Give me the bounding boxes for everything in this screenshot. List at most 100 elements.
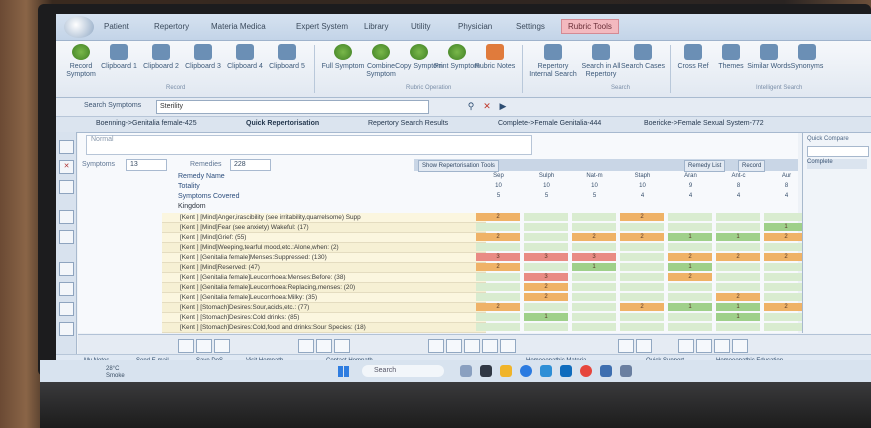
- remedy-list-button[interactable]: Remedy List: [684, 160, 726, 172]
- rubric-row[interactable]: [Kent ] [Mind]Weeping,tearful mood,etc.:…: [162, 243, 486, 253]
- tab-settings[interactable]: Settings: [516, 22, 545, 31]
- grade-cell[interactable]: 3: [524, 253, 568, 261]
- grade-cell[interactable]: 1: [716, 303, 760, 311]
- tool-icon[interactable]: [59, 282, 74, 296]
- taskbar-search[interactable]: Search: [362, 365, 444, 377]
- grade-cell[interactable]: [620, 263, 664, 271]
- windows-start-icon[interactable]: [338, 366, 349, 377]
- grade-cell[interactable]: 2: [716, 253, 760, 261]
- chrome-browser-icon[interactable]: [580, 365, 592, 377]
- grade-cell[interactable]: [620, 283, 664, 291]
- tool-icon[interactable]: [714, 339, 730, 353]
- grade-cell[interactable]: 1: [668, 263, 712, 271]
- grade-cell[interactable]: 1: [524, 313, 568, 321]
- record-button[interactable]: Record: [738, 160, 766, 172]
- grade-cell[interactable]: [476, 273, 520, 281]
- grade-cell[interactable]: [524, 323, 568, 331]
- tool-icon[interactable]: [428, 339, 444, 353]
- folder-icon[interactable]: [500, 365, 512, 377]
- grade-cell[interactable]: 2: [716, 293, 760, 301]
- remedy-name[interactable]: Sep: [476, 173, 521, 179]
- grade-cell[interactable]: [668, 223, 712, 231]
- tool-icon[interactable]: [59, 302, 74, 316]
- grade-cell[interactable]: 2: [524, 283, 568, 291]
- taskbar-app-icon[interactable]: [480, 365, 492, 377]
- rubric-row[interactable]: [Kent ] [Genitalia female]Menses:Suppres…: [162, 253, 486, 263]
- remedy-name[interactable]: Nat-m: [572, 173, 617, 179]
- repertory-internal-search-button[interactable]: Repertory Internal Search: [528, 44, 578, 79]
- grade-cell[interactable]: [476, 323, 520, 331]
- grade-cell[interactable]: [524, 263, 568, 271]
- grade-cell[interactable]: [668, 293, 712, 301]
- search-input[interactable]: Sterility: [156, 100, 429, 114]
- tab-complete-female-genitalia[interactable]: Complete->Female Genitalia-444: [498, 120, 601, 127]
- grade-cell[interactable]: 1: [668, 233, 712, 241]
- grade-cell[interactable]: 2: [620, 233, 664, 241]
- tool-icon[interactable]: [59, 180, 74, 194]
- tab-rubric-tools[interactable]: Rubric Tools: [561, 19, 619, 34]
- rubric-row[interactable]: [Kent ] [Genitalia female]Leucorrhoea:Mi…: [162, 293, 486, 303]
- clipboard-5-button[interactable]: Clipboard 5: [262, 44, 312, 71]
- tool-icon[interactable]: [59, 140, 74, 154]
- rubric-row[interactable]: [Kent ] [Stomach]Desires:Cold drinks: (8…: [162, 313, 486, 323]
- grade-cell[interactable]: [716, 323, 760, 331]
- grade-cell[interactable]: [572, 213, 616, 221]
- grade-cell[interactable]: 3: [476, 253, 520, 261]
- rubric-row[interactable]: [Kent ] [Mind]Grief: (55): [162, 233, 486, 243]
- grade-cell[interactable]: [572, 323, 616, 331]
- tab-quick-repertorisation[interactable]: Quick Repertorisation: [246, 120, 319, 127]
- taskbar-app-icon[interactable]: [540, 365, 552, 377]
- grade-cell[interactable]: [716, 283, 760, 291]
- tool-icon[interactable]: [196, 339, 212, 353]
- show-repertorisation-tools-button[interactable]: Show Repertorisation Tools: [418, 160, 499, 172]
- grade-cell[interactable]: [620, 243, 664, 251]
- tab-expert-system[interactable]: Expert System: [296, 22, 348, 31]
- tool-icon[interactable]: [59, 322, 74, 336]
- remedy-name[interactable]: Sulph: [524, 173, 569, 179]
- search-icon[interactable]: ⚲: [464, 100, 478, 112]
- grade-cell[interactable]: [476, 223, 520, 231]
- tool-icon[interactable]: [500, 339, 516, 353]
- tab-boericke-female-sexual[interactable]: Boericke->Female Sexual System-772: [644, 120, 764, 127]
- grade-cell[interactable]: [572, 273, 616, 281]
- grade-cell[interactable]: 1: [572, 263, 616, 271]
- remedy-name[interactable]: Staph: [620, 173, 665, 179]
- grade-cell[interactable]: [620, 293, 664, 301]
- grade-cell[interactable]: [476, 313, 520, 321]
- grade-cell[interactable]: 2: [620, 303, 664, 311]
- rubric-notes-button[interactable]: Rubric Notes: [470, 44, 520, 71]
- tool-icon[interactable]: [464, 339, 480, 353]
- rubric-row[interactable]: [Kent ] [Genitalia female]Leucorrhoea:Me…: [162, 273, 486, 283]
- tool-icon[interactable]: [482, 339, 498, 353]
- grade-cell[interactable]: [524, 223, 568, 231]
- grade-cell[interactable]: [716, 213, 760, 221]
- grade-cell[interactable]: [620, 323, 664, 331]
- grade-cell[interactable]: [668, 213, 712, 221]
- edge-browser-icon[interactable]: [520, 365, 532, 377]
- app-logo-icon[interactable]: [64, 16, 94, 38]
- grade-cell[interactable]: [716, 273, 760, 281]
- grade-cell[interactable]: [716, 243, 760, 251]
- tab-physician[interactable]: Physician: [458, 22, 492, 31]
- next-result-icon[interactable]: ▶: [496, 100, 510, 112]
- grade-cell[interactable]: [620, 253, 664, 261]
- rubric-row[interactable]: [Kent ] [Stomach]Desires:Sour,acids,etc.…: [162, 303, 486, 313]
- grade-cell[interactable]: 2: [668, 273, 712, 281]
- grade-cell[interactable]: 3: [572, 253, 616, 261]
- tool-icon[interactable]: [696, 339, 712, 353]
- rubric-row[interactable]: [Kent ] [Mind]Reserved: (47): [162, 263, 486, 273]
- remedy-name[interactable]: Ant-c: [716, 173, 761, 179]
- grade-cell[interactable]: 2: [476, 303, 520, 311]
- tab-repertory[interactable]: Repertory: [154, 22, 189, 31]
- tool-icon[interactable]: [59, 262, 74, 276]
- grade-cell[interactable]: [476, 293, 520, 301]
- clear-icon[interactable]: ✕: [480, 100, 494, 112]
- grade-cell[interactable]: [572, 303, 616, 311]
- tab-repertory-search-results[interactable]: Repertory Search Results: [368, 120, 448, 127]
- rubric-row[interactable]: [Kent ] [Mind]Anger,irascibility (see ir…: [162, 213, 486, 223]
- tool-icon[interactable]: [446, 339, 462, 353]
- grade-cell[interactable]: 3: [524, 273, 568, 281]
- tool-icon[interactable]: [298, 339, 314, 353]
- tab-boenning-genitalia[interactable]: Boenning->Genitalia female-425: [96, 120, 197, 127]
- tool-icon[interactable]: [678, 339, 694, 353]
